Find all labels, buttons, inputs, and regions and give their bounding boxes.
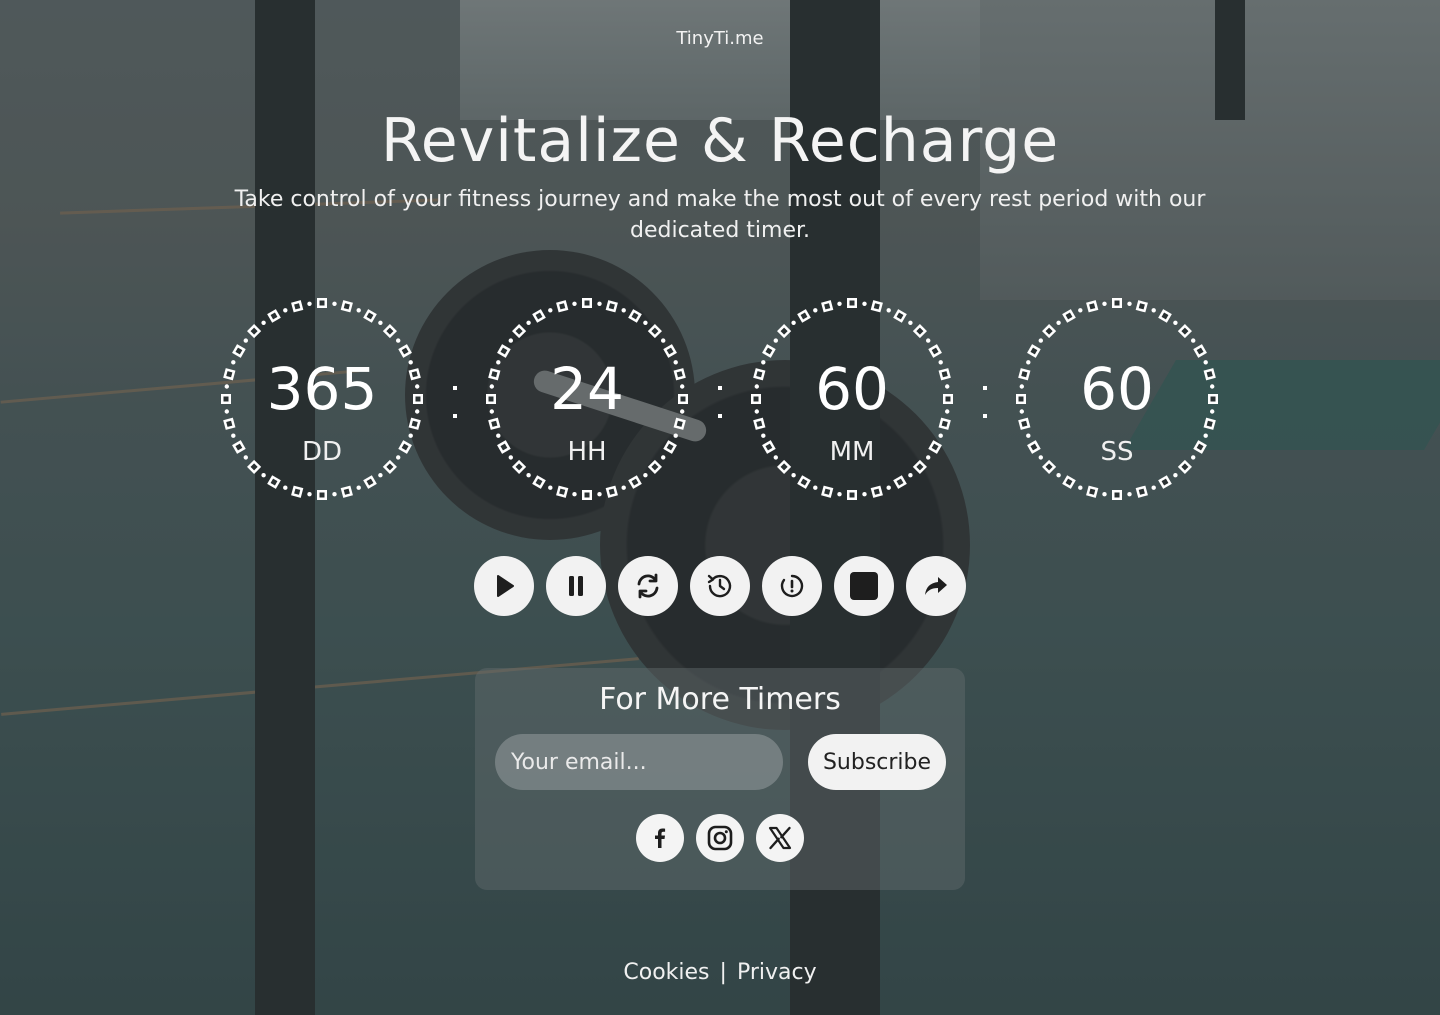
timer-minutes-label: MM [829,437,875,467]
timer-alert-button[interactable] [762,556,822,616]
timer-hours: 24 HH [485,297,689,501]
timer-controls [474,556,966,616]
play-icon [497,575,514,597]
page-subtitle: Take control of your fitness journey and… [234,187,1206,243]
brand-logo[interactable]: TinyTi.me [0,28,1440,49]
x-link[interactable] [756,814,804,862]
history-icon [707,574,732,598]
footer-links: Cookies | Privacy [0,960,1440,985]
timer-days-value: 365 [266,355,378,423]
cookies-link[interactable]: Cookies [623,960,709,985]
share-icon [925,577,947,595]
footer-separator: | [719,960,727,985]
timer-minutes-value: 60 [815,355,889,423]
facebook-icon [655,828,666,848]
timer-separator [981,382,989,422]
subscribe-title: For More Timers [599,682,841,717]
pause-icon [569,576,583,596]
x-icon [768,826,792,850]
timer-seconds: 60 SS [1015,297,1219,501]
email-field[interactable] [495,734,783,790]
timer-hours-label: HH [567,437,607,467]
refresh-button[interactable] [618,556,678,616]
timer-separator [451,382,459,422]
timer-hours-value: 24 [550,355,624,423]
subscribe-button[interactable]: Subscribe [808,734,946,790]
refresh-icon [637,573,659,599]
subscribe-panel: For More Timers Subscribe [475,668,965,890]
timer-days-label: DD [301,437,343,467]
timer-seconds-value: 60 [1080,355,1154,423]
instagram-icon [707,825,733,851]
timer-days: 365 DD [220,297,424,501]
share-button[interactable] [906,556,966,616]
facebook-link[interactable] [636,814,684,862]
instagram-link[interactable] [696,814,744,862]
privacy-link[interactable]: Privacy [737,960,817,985]
page-title: Revitalize & Recharge [380,106,1060,176]
play-button[interactable] [474,556,534,616]
timer-alert-icon [780,574,804,598]
timer-seconds-label: SS [1100,437,1134,467]
pause-button[interactable] [546,556,606,616]
timer-separator [716,382,724,422]
stop-button[interactable] [834,556,894,616]
history-button[interactable] [690,556,750,616]
timer-minutes: 60 MM [750,297,954,501]
stop-icon [850,572,878,600]
